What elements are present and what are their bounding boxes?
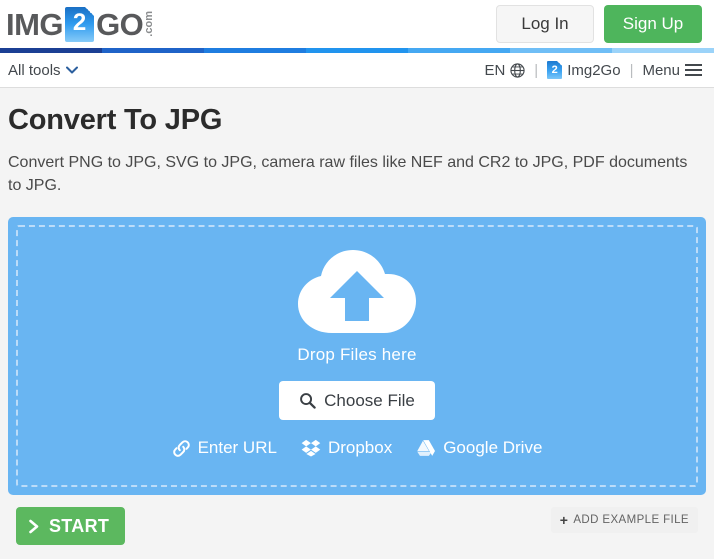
img2go-badge-icon: 2: [547, 61, 563, 79]
logo-document-icon: 2: [65, 6, 95, 42]
globe-icon: [510, 62, 525, 78]
add-example-file-button[interactable]: + ADD EXAMPLE FILE: [550, 507, 698, 534]
choose-file-button[interactable]: Choose File: [279, 381, 435, 421]
enter-url-link[interactable]: Enter URL: [172, 438, 277, 458]
dropzone-inner: Drop Files here Choose File Enter URL Dr…: [16, 225, 698, 488]
gradient-stripe: [0, 48, 714, 53]
link-icon: [172, 440, 190, 457]
stripe-segment-2: [204, 48, 306, 53]
menu-button[interactable]: Menu: [642, 62, 702, 79]
language-label: EN: [484, 61, 506, 79]
img2go-logo[interactable]: IMG 2 GO .com: [6, 6, 156, 42]
language-selector[interactable]: EN: [484, 62, 525, 79]
choose-file-label: Choose File: [324, 390, 415, 410]
page-root: IMG 2 GO .com Log In Sign Up All tools E…: [0, 0, 714, 559]
logo-text-img: IMG: [6, 6, 64, 42]
start-button[interactable]: START: [16, 507, 126, 546]
stripe-segment-4: [408, 48, 510, 53]
logo-doc-number: 2: [72, 9, 87, 36]
stripe-segment-0: [0, 48, 102, 53]
login-button[interactable]: Log In: [496, 5, 594, 43]
source-links: Enter URL Dropbox Google Drive: [172, 438, 542, 458]
dropbox-label: Dropbox: [327, 438, 393, 458]
enter-url-label: Enter URL: [197, 438, 277, 458]
logo-text-tld: .com: [143, 11, 156, 37]
navbar-separator-1: |: [534, 61, 539, 79]
page-description: Convert PNG to JPG, SVG to JPG, camera r…: [8, 154, 688, 195]
action-bar: START + ADD EXAMPLE FILE: [8, 507, 706, 546]
secondary-navbar: All tools EN | 2 Img2Go | Menu: [0, 53, 714, 88]
file-dropzone[interactable]: Drop Files here Choose File Enter URL Dr…: [8, 217, 706, 496]
google-drive-label: Google Drive: [443, 438, 543, 458]
stripe-segment-3: [306, 48, 408, 53]
all-tools-label: All tools: [8, 61, 61, 79]
dropbox-link[interactable]: Dropbox: [301, 438, 392, 458]
navbar-separator-2: |: [629, 61, 634, 79]
cloud-upload-icon: [298, 250, 416, 334]
google-drive-link[interactable]: Google Drive: [416, 438, 542, 458]
stripe-segment-1: [102, 48, 204, 53]
plus-icon: +: [559, 512, 569, 529]
site-label: Img2Go: [567, 61, 621, 79]
dropbox-icon: [301, 440, 321, 457]
search-icon: [300, 393, 316, 410]
img2go-badge-number: 2: [551, 64, 558, 76]
drop-files-label: Drop Files here: [297, 345, 417, 365]
menu-label: Menu: [642, 61, 680, 79]
add-example-file-label: ADD EXAMPLE FILE: [573, 514, 689, 527]
stripe-segment-6: [612, 48, 714, 53]
site-header: IMG 2 GO .com Log In Sign Up: [0, 0, 714, 48]
start-label: START: [49, 515, 110, 536]
logo-text-go: GO: [96, 6, 144, 42]
site-switcher[interactable]: 2 Img2Go: [547, 61, 621, 79]
page-title: Convert To JPG: [8, 104, 223, 136]
hamburger-icon: [685, 64, 702, 76]
navbar-right-group: EN | 2 Img2Go | Menu: [484, 61, 702, 79]
chevron-right-icon: [29, 519, 39, 534]
chevron-down-icon: [65, 66, 78, 74]
main-content: Convert To JPG Convert PNG to JPG, SVG t…: [0, 88, 714, 546]
stripe-segment-5: [510, 48, 612, 53]
google-drive-icon: [417, 440, 436, 457]
all-tools-dropdown[interactable]: All tools: [8, 62, 78, 79]
signup-button[interactable]: Sign Up: [604, 5, 702, 43]
